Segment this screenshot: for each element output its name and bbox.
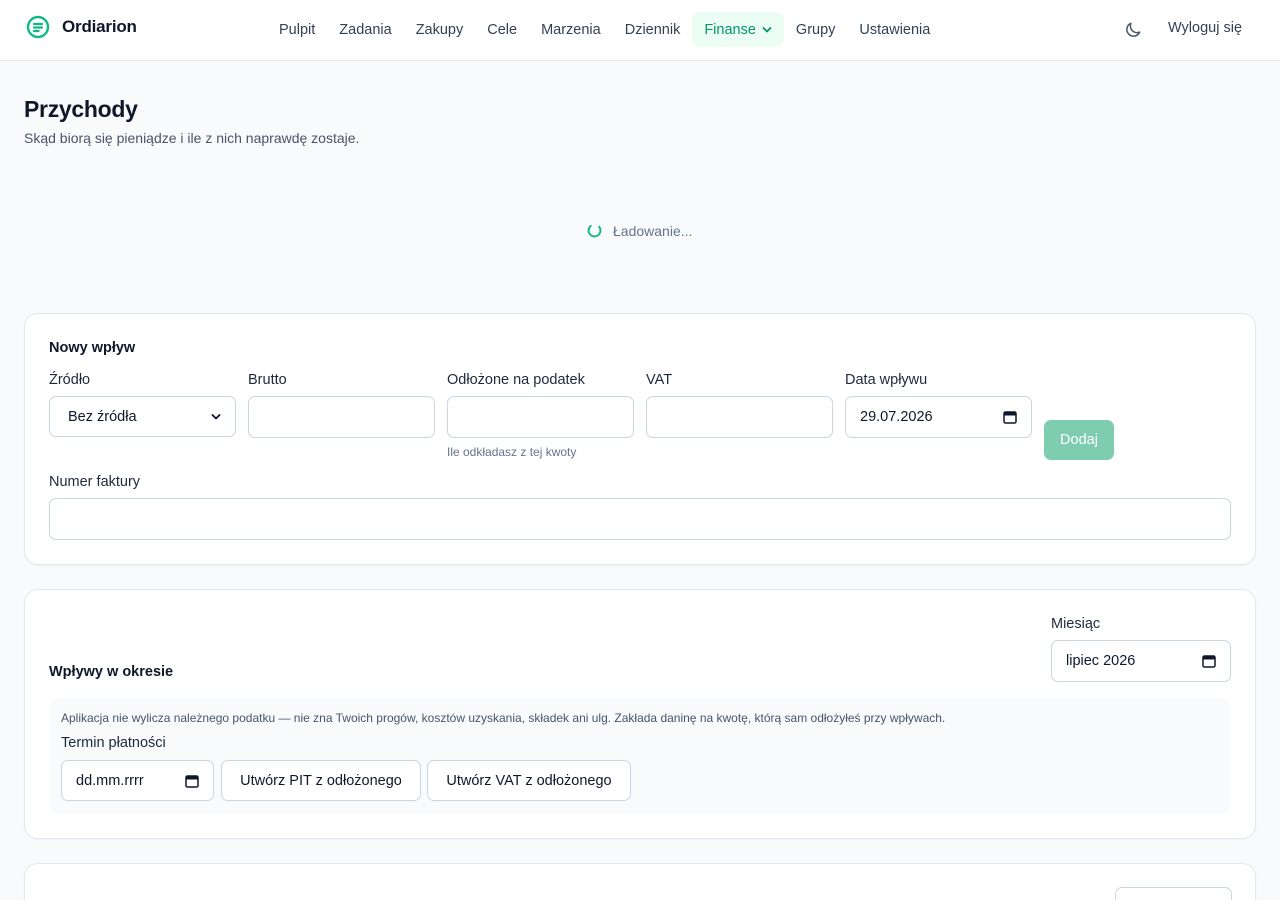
gross-label: Brutto xyxy=(248,372,287,388)
add-income-button[interactable]: Dodaj xyxy=(1044,420,1114,460)
invoice-input[interactable] xyxy=(49,498,1231,540)
tax-info-text: Aplikacja nie wylicza należnego podatku … xyxy=(61,711,946,725)
nav-item-finanse[interactable]: Finanse xyxy=(692,12,784,47)
main-nav: Pulpit Zadania Zakupy Cele Marzenia Dzie… xyxy=(267,12,942,47)
due-date-label: Termin płatności xyxy=(61,735,166,751)
period-income-card: Wpływy w okresie Miesiąc lipiec 2026 Apl… xyxy=(24,589,1256,839)
source-select-value: Bez źródła xyxy=(68,408,137,425)
nav-item-ustawienia[interactable]: Ustawienia xyxy=(847,12,942,47)
due-date-input[interactable]: dd.mm.rrrr xyxy=(61,760,214,801)
month-input-value: lipiec 2026 xyxy=(1066,653,1136,669)
date-input[interactable]: 29.07.2026 xyxy=(845,396,1032,438)
loading-text: Ładowanie... xyxy=(613,222,693,239)
chevron-down-icon xyxy=(211,413,221,419)
nav-item-pulpit[interactable]: Pulpit xyxy=(267,12,327,47)
nav-item-finanse-label: Finanse xyxy=(704,21,756,38)
month-input[interactable]: lipiec 2026 xyxy=(1051,640,1231,682)
nav-item-dziennik[interactable]: Dziennik xyxy=(613,12,693,47)
logo-icon xyxy=(26,15,50,39)
tax-reserved-label: Odłożone na podatek xyxy=(447,372,585,388)
spinner-icon xyxy=(587,223,602,238)
create-vat-button[interactable]: Utwórz VAT z odłożonego xyxy=(427,760,631,801)
page-title: Przychody xyxy=(24,96,138,122)
calendar-icon[interactable] xyxy=(1003,410,1017,424)
moon-icon[interactable] xyxy=(1123,20,1143,40)
nav-item-zakupy[interactable]: Zakupy xyxy=(404,12,476,47)
card-action-button[interactable] xyxy=(1115,887,1232,900)
page-subtitle: Skąd biorą się pieniądze i ile z nich na… xyxy=(24,130,360,146)
nav-item-marzenia[interactable]: Marzenia xyxy=(529,12,613,47)
income-list-card xyxy=(24,863,1256,900)
month-label: Miesiąc xyxy=(1051,616,1101,632)
logout-button[interactable]: Wyloguj się xyxy=(1168,20,1242,36)
calendar-icon[interactable] xyxy=(185,774,199,788)
brand[interactable]: Ordiarion xyxy=(26,15,137,39)
tax-reserved-input[interactable] xyxy=(447,396,634,438)
nav-item-cele[interactable]: Cele xyxy=(475,12,529,47)
new-income-card: Nowy wpływ Źródło Bez źródła Brutto Odło… xyxy=(24,313,1256,565)
loading-indicator: Ładowanie... xyxy=(586,222,692,239)
invoice-label: Numer faktury xyxy=(49,474,141,490)
due-date-placeholder: dd.mm.rrrr xyxy=(76,772,144,789)
chevron-down-icon xyxy=(762,26,772,32)
nav-item-grupy[interactable]: Grupy xyxy=(784,12,848,47)
date-input-value: 29.07.2026 xyxy=(860,409,933,425)
nav-item-zadania[interactable]: Zadania xyxy=(327,12,403,47)
gross-input[interactable] xyxy=(248,396,435,438)
app-name: Ordiarion xyxy=(62,17,137,36)
tax-reserved-hint: Ile odkładasz z tej kwoty xyxy=(447,445,577,459)
source-select[interactable]: Bez źródła xyxy=(49,396,236,437)
period-title: Wpływy w okresie xyxy=(49,664,174,680)
date-label: Data wpływu xyxy=(845,372,928,388)
source-label: Źródło xyxy=(49,372,91,388)
calendar-icon[interactable] xyxy=(1202,654,1216,668)
vat-input[interactable] xyxy=(646,396,833,438)
create-pit-button[interactable]: Utwórz PIT z odłożonego xyxy=(221,760,421,801)
vat-label: VAT xyxy=(646,372,673,388)
top-navbar: Ordiarion Pulpit Zadania Zakupy Cele Mar… xyxy=(0,0,1280,61)
tax-info-box: Aplikacja nie wylicza należnego podatku … xyxy=(49,698,1231,814)
new-income-title: Nowy wpływ xyxy=(49,340,136,356)
